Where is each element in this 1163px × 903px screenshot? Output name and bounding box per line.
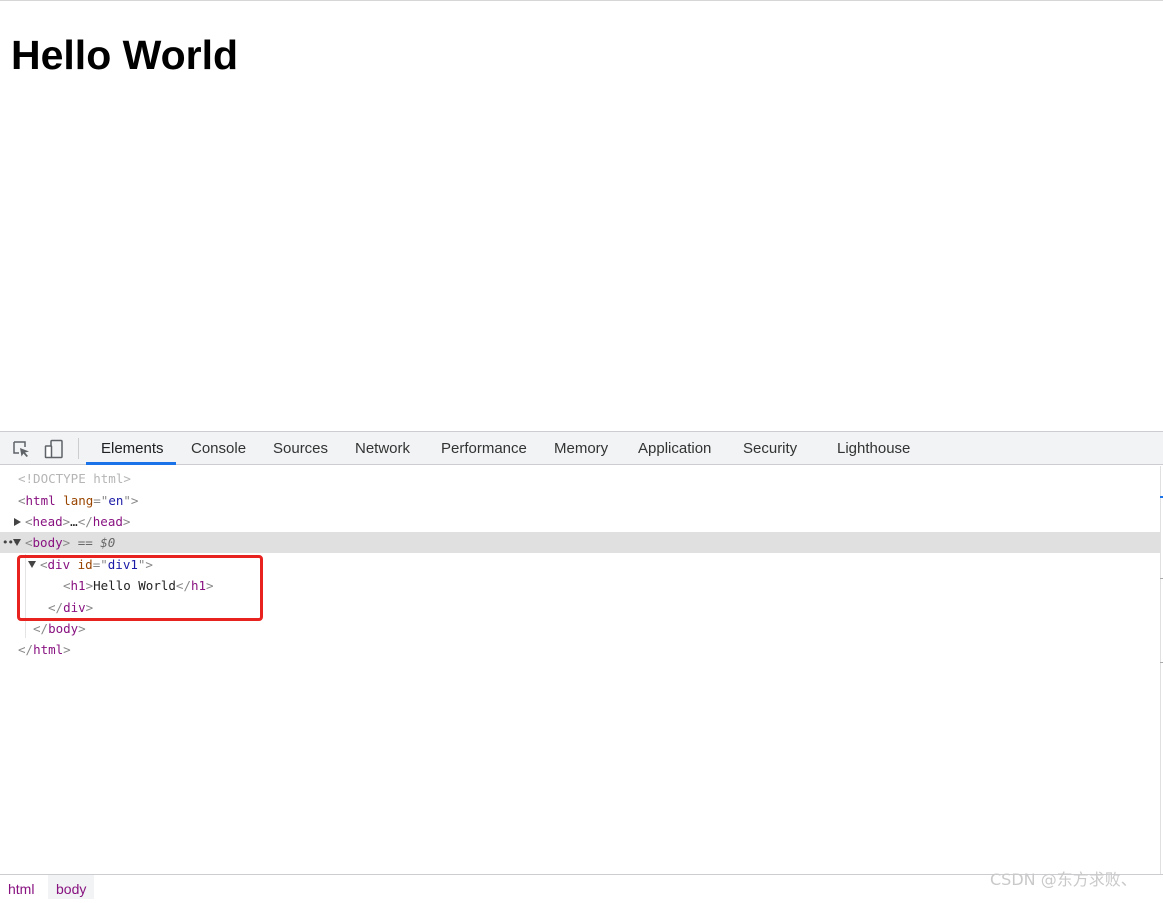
html-attr-value: en (108, 493, 124, 508)
selected-marker: == $0 (77, 535, 116, 550)
tab-elements[interactable]: Elements (101, 432, 164, 465)
head-ellipsis: … (70, 514, 78, 529)
elements-dom-tree: <!DOCTYPE html> <html lang="en"> <head>…… (0, 466, 1160, 871)
body-close-tag: body (48, 621, 79, 636)
doctype-text: <!DOCTYPE html> (18, 471, 131, 486)
devtools-panel: Elements Console Sources Network Perform… (0, 431, 1163, 899)
expand-arrow-right-icon[interactable] (14, 517, 21, 526)
active-tab-indicator (86, 462, 176, 465)
page-heading: Hello World (11, 32, 239, 78)
tree-row-body-selected[interactable]: ••• <body> == $0 (0, 532, 1160, 553)
tab-network[interactable]: Network (355, 432, 410, 465)
breadcrumb-html[interactable]: html (0, 875, 42, 899)
html-attr-name: lang (63, 493, 94, 508)
body-open-tag: body (32, 535, 63, 550)
devtools-toolbar: Elements Console Sources Network Perform… (0, 431, 1163, 465)
element-picker-icon[interactable] (11, 439, 31, 459)
toolbar-separator (78, 438, 79, 459)
tab-application[interactable]: Application (638, 432, 711, 465)
row-menu-dots-icon[interactable]: ••• (2, 532, 19, 553)
tab-lighthouse[interactable]: Lighthouse (837, 432, 910, 465)
breadcrumb: html body (0, 874, 1163, 899)
html-close-tag: html (33, 642, 64, 657)
head-open-tag: head (32, 514, 63, 529)
breadcrumb-body[interactable]: body (48, 875, 95, 899)
tree-row-html-close[interactable]: </html> (0, 639, 1160, 660)
watermark-text: CSDN @东方求败、 (990, 870, 1137, 889)
tree-row-html[interactable]: <html lang="en"> (0, 490, 1160, 511)
tab-security[interactable]: Security (743, 432, 797, 465)
html-tag: html (25, 493, 56, 508)
tree-row-body-close[interactable]: </body> (0, 618, 1160, 639)
head-close-tag: head (92, 514, 123, 529)
tree-row-doctype[interactable]: <!DOCTYPE html> (0, 468, 1160, 489)
panel-scroll-edge (1160, 466, 1161, 874)
tab-console[interactable]: Console (191, 432, 246, 465)
tab-performance[interactable]: Performance (441, 432, 527, 465)
tree-row-head[interactable]: <head>…</head> (0, 511, 1160, 532)
top-border (0, 0, 1163, 1)
device-toolbar-icon[interactable] (44, 439, 64, 459)
tab-sources[interactable]: Sources (273, 432, 328, 465)
tab-memory[interactable]: Memory (554, 432, 608, 465)
red-annotation-box (17, 555, 263, 621)
